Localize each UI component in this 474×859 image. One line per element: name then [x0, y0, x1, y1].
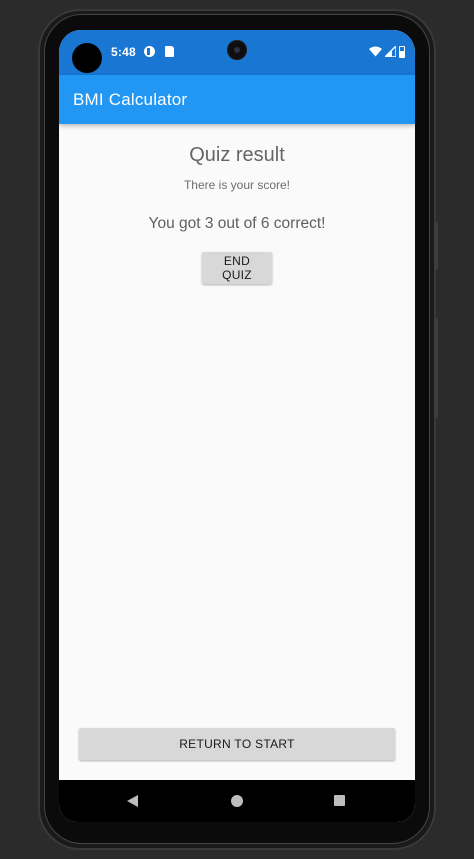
device-screen: 5:48 BMI Calculator Quiz result There is…	[59, 30, 415, 822]
battery-icon	[399, 45, 405, 58]
recents-icon[interactable]	[334, 795, 345, 806]
sd-card-icon	[165, 46, 174, 57]
volume-button[interactable]	[434, 318, 438, 418]
page-title: Quiz result	[189, 144, 285, 166]
play-protect-icon	[144, 46, 155, 57]
end-quiz-button[interactable]: END QUIZ	[202, 252, 272, 284]
status-icons	[369, 45, 405, 58]
punch-hole	[72, 43, 102, 73]
power-button[interactable]	[434, 222, 438, 270]
back-icon[interactable]	[127, 795, 138, 807]
app-title: BMI Calculator	[73, 90, 188, 109]
status-bar: 5:48	[59, 30, 415, 75]
status-time: 5:48	[111, 45, 136, 59]
home-icon[interactable]	[231, 795, 243, 807]
app-bar: BMI Calculator	[59, 75, 415, 124]
emulator-stage: 5:48 BMI Calculator Quiz result There is…	[0, 0, 474, 859]
signal-icon	[385, 46, 396, 57]
front-camera	[227, 40, 247, 60]
wifi-icon	[369, 46, 382, 57]
quiz-result-screen: Quiz result There is your score! You got…	[59, 124, 415, 780]
page-subtitle: There is your score!	[183, 178, 291, 192]
return-to-start-button[interactable]: RETURN TO START	[79, 728, 395, 760]
navigation-bar	[59, 780, 415, 822]
score-text: You got 3 out of 6 correct!	[148, 215, 326, 232]
